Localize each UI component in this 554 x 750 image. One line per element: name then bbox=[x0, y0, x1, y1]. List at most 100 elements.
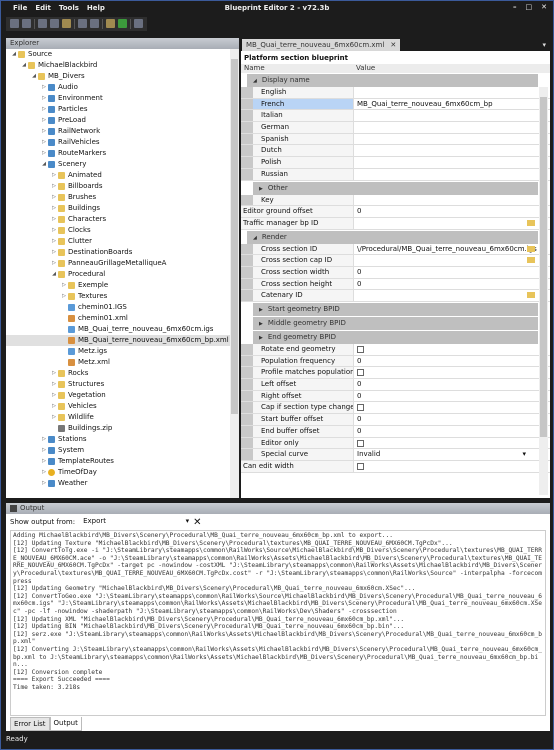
property-value[interactable] bbox=[353, 194, 538, 206]
tree-item[interactable]: ▷ RouteMarkers bbox=[6, 148, 239, 159]
expand-arrow-icon[interactable]: ▷ bbox=[40, 137, 48, 148]
expand-arrow-icon[interactable]: ▶ bbox=[259, 335, 263, 341]
collapse-arrow-icon[interactable]: ◢ bbox=[50, 269, 58, 280]
tree-item[interactable]: ▷ Rocks bbox=[6, 368, 239, 379]
tree-item[interactable]: ◢ MB_Divers bbox=[6, 71, 239, 82]
browse-folder-icon[interactable] bbox=[527, 219, 535, 226]
tree-item[interactable]: ▷ Structures bbox=[6, 379, 239, 390]
export-icon[interactable] bbox=[106, 19, 115, 28]
property-group[interactable]: ▶ End geometry BPID bbox=[253, 331, 538, 344]
expand-arrow-icon[interactable]: ▷ bbox=[40, 82, 48, 93]
tree-item[interactable]: ▷ Exemple bbox=[6, 280, 239, 291]
checkbox[interactable] bbox=[357, 369, 364, 377]
property-value[interactable]: 0 bbox=[353, 414, 538, 425]
cut-icon[interactable] bbox=[38, 19, 47, 28]
property-value[interactable]: 0 bbox=[353, 206, 538, 217]
property-name[interactable]: Cross section ID bbox=[241, 243, 353, 255]
tree-item[interactable]: ▷ Brushes bbox=[6, 192, 239, 203]
property-group[interactable]: ◢ Display name bbox=[247, 74, 538, 87]
tab-error-list[interactable]: Error List bbox=[10, 717, 50, 731]
property-value[interactable] bbox=[353, 367, 538, 379]
copy-icon[interactable] bbox=[50, 19, 59, 28]
tree-item[interactable]: ▷ Stations bbox=[6, 434, 239, 445]
property-group[interactable]: ◢ Render bbox=[247, 230, 538, 244]
expand-arrow-icon[interactable]: ▷ bbox=[50, 247, 58, 258]
property-name[interactable]: Key bbox=[241, 194, 353, 206]
tab-document[interactable]: MB_Quai_terre_nouveau_6mx60cm.xml ✕ bbox=[242, 39, 401, 51]
expand-arrow-icon[interactable]: ▷ bbox=[50, 390, 58, 401]
tree-item[interactable]: ▷ PanneauGrillageMetalliqueA bbox=[6, 258, 239, 269]
expand-arrow-icon[interactable]: ▷ bbox=[60, 280, 68, 291]
property-name[interactable]: Cross section width bbox=[241, 266, 353, 278]
property-name[interactable]: English bbox=[241, 87, 353, 98]
tree-item[interactable]: ▷ DestinationBoards bbox=[6, 247, 239, 258]
property-value[interactable]: 0 bbox=[353, 425, 538, 437]
browse-folder-icon[interactable] bbox=[527, 257, 535, 264]
expand-arrow-icon[interactable]: ▷ bbox=[60, 291, 68, 302]
undo-icon[interactable] bbox=[78, 19, 87, 28]
tree-item[interactable]: MB_Quai_terre_nouveau_6mx60cm.igs bbox=[6, 324, 239, 335]
expand-arrow-icon[interactable]: ▶ bbox=[259, 321, 263, 327]
tree-item[interactable]: Metz.xml bbox=[6, 357, 239, 368]
tree-item[interactable]: ▷ PreLoad bbox=[6, 115, 239, 126]
property-value[interactable] bbox=[353, 133, 538, 145]
collapse-icon[interactable] bbox=[10, 505, 17, 512]
property-value[interactable] bbox=[353, 290, 538, 301]
expand-arrow-icon[interactable]: ▷ bbox=[50, 236, 58, 247]
collapse-arrow-icon[interactable]: ◢ bbox=[20, 60, 28, 71]
property-value[interactable] bbox=[353, 437, 538, 449]
property-name[interactable]: Right offset bbox=[241, 390, 353, 402]
property-name[interactable]: Cross section cap ID bbox=[241, 255, 353, 266]
property-value[interactable] bbox=[353, 110, 538, 122]
tree-item[interactable]: ▷ RailNetwork bbox=[6, 126, 239, 137]
property-value[interactable] bbox=[353, 217, 538, 229]
collapse-arrow-icon[interactable]: ◢ bbox=[40, 159, 48, 170]
property-value[interactable] bbox=[353, 168, 538, 180]
property-name[interactable]: Traffic manager bp ID bbox=[241, 217, 353, 229]
tab-output[interactable]: Output bbox=[49, 717, 82, 731]
expand-arrow-icon[interactable]: ▷ bbox=[50, 379, 58, 390]
property-name[interactable]: Polish bbox=[241, 157, 353, 168]
tree-item[interactable]: chemin01.xml bbox=[6, 313, 239, 324]
tree-item[interactable]: ◢ MichaelBlackbird bbox=[6, 60, 239, 71]
tree-item[interactable]: ▷ Billboards bbox=[6, 181, 239, 192]
browse-folder-icon[interactable] bbox=[527, 245, 535, 252]
expand-arrow-icon[interactable]: ▷ bbox=[40, 434, 48, 445]
browse-folder-icon[interactable] bbox=[527, 292, 535, 299]
property-value[interactable] bbox=[353, 87, 538, 98]
tree-item[interactable]: Metz.igs bbox=[6, 346, 239, 357]
property-name[interactable]: German bbox=[241, 122, 353, 133]
scrollbar-thumb[interactable] bbox=[231, 59, 238, 414]
close-button[interactable]: ✕ bbox=[541, 3, 547, 11]
output-log[interactable]: Adding MichaelBlackbird\MB_Divers\Scener… bbox=[10, 530, 546, 716]
tree-item[interactable]: ▷ RailVehicles bbox=[6, 137, 239, 148]
property-value[interactable]: 0 bbox=[353, 390, 538, 402]
tree-item[interactable]: ▷ System bbox=[6, 445, 239, 456]
property-value[interactable]: 0 bbox=[353, 278, 538, 290]
expand-arrow-icon[interactable]: ▷ bbox=[40, 445, 48, 456]
grid-scrollbar[interactable] bbox=[539, 87, 548, 495]
collapse-arrow-icon[interactable]: ◢ bbox=[253, 235, 257, 241]
tree-item[interactable]: ▷ Wildlife bbox=[6, 412, 239, 423]
property-name[interactable]: Can edit width bbox=[241, 460, 353, 472]
property-group[interactable]: ▶ Start geometry BPID bbox=[253, 303, 538, 316]
expand-arrow-icon[interactable]: ▷ bbox=[40, 93, 48, 104]
property-name[interactable]: Special curve bbox=[241, 449, 353, 460]
expand-arrow-icon[interactable]: ▷ bbox=[40, 148, 48, 159]
tree-item[interactable]: ▷ Textures bbox=[6, 291, 239, 302]
expand-arrow-icon[interactable]: ▷ bbox=[50, 368, 58, 379]
tree-item[interactable]: ▷ Weather bbox=[6, 478, 239, 489]
property-value[interactable] bbox=[353, 344, 538, 355]
property-name[interactable]: Dutch bbox=[241, 145, 353, 157]
tree-item[interactable]: chemin01.IGS bbox=[6, 302, 239, 313]
expand-arrow-icon[interactable]: ▷ bbox=[50, 181, 58, 192]
property-name[interactable]: Profile matches population bbox=[241, 367, 353, 379]
minimize-button[interactable]: – bbox=[513, 3, 517, 11]
property-name[interactable]: Cap if section type change bbox=[241, 402, 353, 414]
property-group[interactable]: ▶ Other bbox=[253, 181, 538, 195]
property-name[interactable]: Russian bbox=[241, 168, 353, 180]
property-value[interactable]: MB_Quai_terre_nouveau_6mx60cm_bp bbox=[353, 98, 538, 110]
tree-item[interactable]: ◢ Procedural bbox=[6, 269, 239, 280]
save-all-icon[interactable] bbox=[22, 19, 31, 28]
property-value[interactable] bbox=[353, 402, 538, 414]
